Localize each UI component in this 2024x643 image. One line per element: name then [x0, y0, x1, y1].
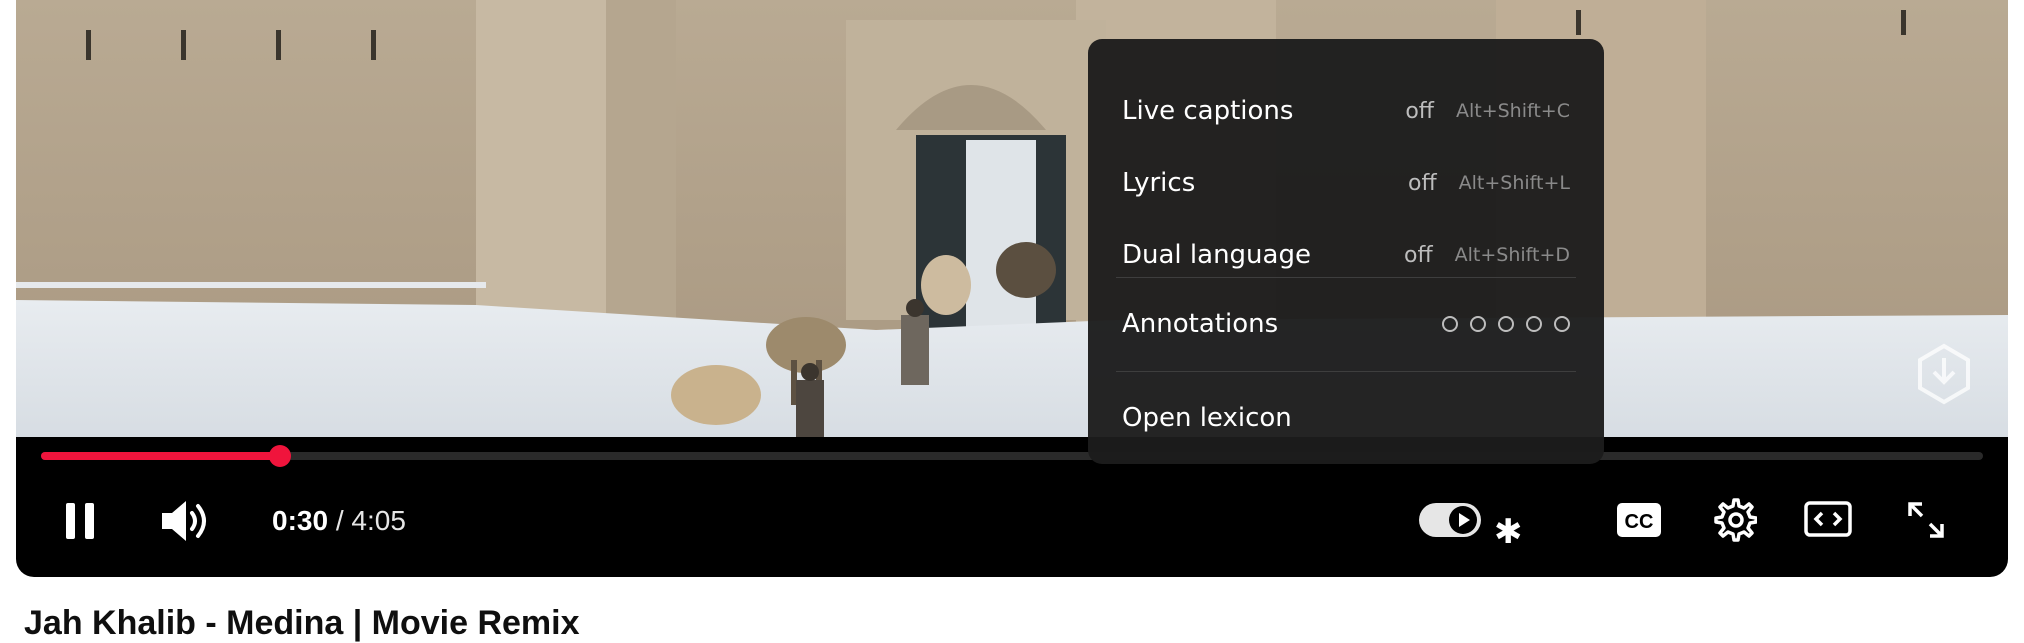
menu-item-state: off	[1408, 170, 1437, 196]
current-time: 0:30	[272, 505, 329, 536]
annotation-level-dot[interactable]	[1498, 316, 1514, 332]
video-title: Jah Khalib - Medina | Movie Remix	[24, 604, 580, 642]
menu-divider	[1116, 371, 1576, 372]
menu-item-label: Live captions	[1122, 96, 1294, 126]
annotation-level-dot[interactable]	[1554, 316, 1570, 332]
time-display: 0:30 / 4:05	[272, 505, 406, 537]
progress-played	[41, 452, 281, 460]
menu-item-open-lexicon[interactable]: Open lexicon	[1122, 392, 1570, 444]
duration: 4:05	[351, 505, 406, 536]
autoplay-badge: ✱	[1494, 512, 1523, 552]
pause-icon[interactable]	[64, 501, 96, 541]
theater-icon[interactable]	[1804, 500, 1852, 540]
cc-icon[interactable]: CC	[1616, 502, 1662, 538]
annotation-level-dot[interactable]	[1526, 316, 1542, 332]
video-scene	[16, 0, 2008, 437]
menu-divider	[1116, 277, 1576, 278]
menu-item-label: Open lexicon	[1122, 403, 1292, 433]
menu-item-state: off	[1405, 98, 1434, 124]
menu-item-lyrics[interactable]: Lyrics off Alt+Shift+L	[1122, 157, 1570, 209]
menu-item-annotations[interactable]: Annotations	[1122, 298, 1570, 350]
volume-high-icon[interactable]	[160, 497, 212, 545]
autoplay-toggle-icon[interactable]	[1418, 502, 1482, 538]
svg-text:CC: CC	[1625, 511, 1654, 533]
fullscreen-icon[interactable]	[1906, 500, 1946, 540]
menu-item-state: off	[1403, 242, 1433, 268]
menu-item-shortcut: Alt+Shift+D	[1454, 244, 1570, 266]
annotation-level-dot[interactable]	[1442, 316, 1458, 332]
time-separator: /	[335, 505, 344, 536]
annotations-rating[interactable]	[1442, 316, 1570, 332]
annotation-level-dot[interactable]	[1470, 316, 1486, 332]
menu-item-shortcut: Alt+Shift+L	[1458, 172, 1570, 194]
channel-watermark-icon	[1918, 343, 1970, 405]
menu-item-live-captions[interactable]: Live captions off Alt+Shift+C	[1122, 85, 1570, 137]
captions-menu: Live captions off Alt+Shift+C Lyrics off…	[1088, 39, 1604, 464]
menu-item-label: Annotations	[1122, 309, 1279, 339]
menu-item-dual-language[interactable]: Dual language off Alt+Shift+D	[1122, 229, 1570, 281]
video-frame[interactable]	[16, 0, 2008, 437]
menu-item-label: Lyrics	[1122, 168, 1196, 198]
progress-scrubber[interactable]	[269, 445, 292, 467]
menu-item-shortcut: Alt+Shift+C	[1455, 100, 1570, 122]
progress-bar[interactable]	[41, 445, 1983, 467]
menu-item-label: Dual language	[1122, 240, 1311, 270]
video-player[interactable]: 0:30 / 4:05 ✱ CC	[16, 0, 2008, 577]
gear-icon[interactable]	[1711, 497, 1757, 543]
